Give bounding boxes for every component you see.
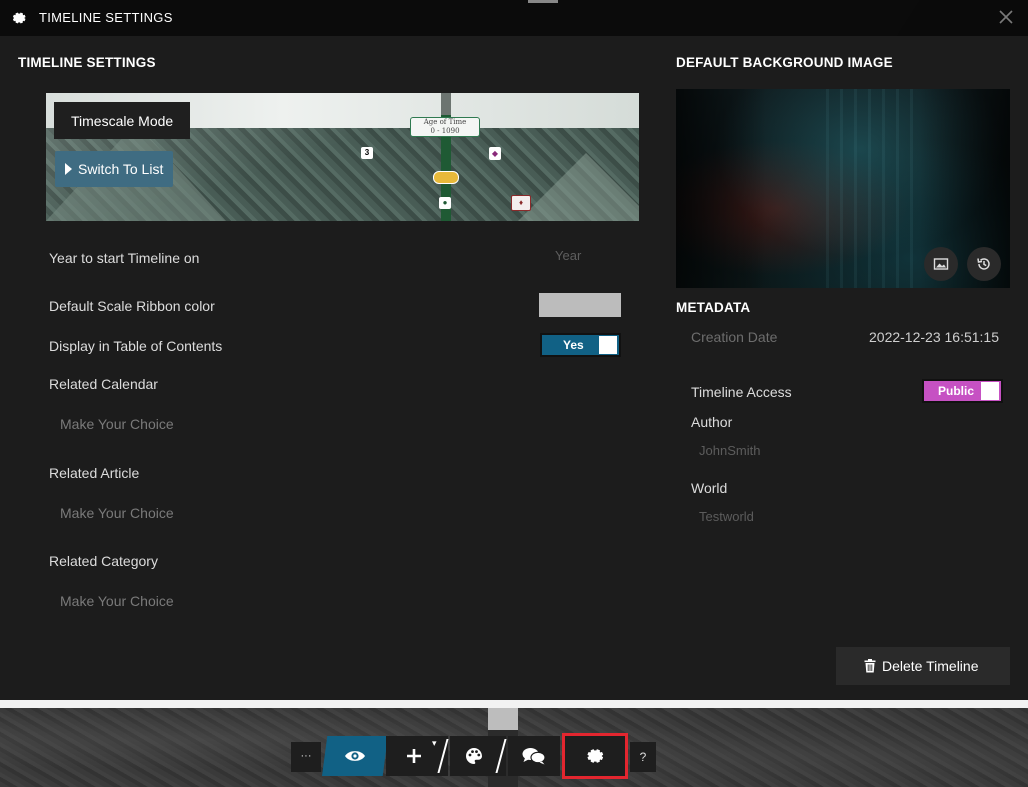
- background-image-heading: DEFAULT BACKGROUND IMAGE: [676, 55, 893, 70]
- plus-icon: [407, 749, 421, 763]
- eye-icon: [345, 751, 365, 761]
- delete-timeline-button[interactable]: Delete Timeline: [836, 647, 1010, 685]
- creation-date-label: Creation Date: [691, 329, 778, 345]
- background-image: [676, 89, 1010, 288]
- bg-wall-left: [676, 89, 766, 288]
- top-notch: [528, 0, 558, 3]
- creation-date-value: 2022-12-23 16:51:15: [869, 329, 999, 345]
- gear-icon: [11, 10, 27, 26]
- display-toc-toggle-label: Yes: [563, 338, 584, 352]
- display-toc-toggle[interactable]: Yes: [540, 333, 621, 357]
- related-calendar-label: Related Calendar: [49, 376, 158, 392]
- modal-bottom-border: [0, 700, 1028, 708]
- change-image-button[interactable]: [924, 247, 958, 281]
- timeline-settings-modal: TIMELINE SETTINGS TIMELINE SETTINGS Time…: [0, 0, 1028, 700]
- comments-button[interactable]: [508, 736, 560, 776]
- switch-to-list-button: Switch To List: [55, 151, 174, 187]
- preview-age-label: Age of Time 0 - 1090: [410, 117, 480, 137]
- toolbar-divider: [495, 739, 507, 773]
- timeline-preview: Timescale Mode Switch To List Age of Tim…: [46, 93, 639, 221]
- preview-marker-gold-icon: [433, 171, 459, 184]
- gear-icon: [587, 749, 604, 763]
- metadata-heading: METADATA: [676, 300, 751, 315]
- palette-icon: [466, 748, 482, 764]
- play-icon: [65, 163, 72, 175]
- timeline-access-toggle[interactable]: Public: [922, 379, 1003, 403]
- preview-marker-shield-icon: ◆: [489, 147, 501, 160]
- year-start-label: Year to start Timeline on: [49, 250, 200, 266]
- toggle-knob: [981, 382, 999, 400]
- switch-to-list-label: Switch To List: [78, 161, 164, 177]
- world-value: Testworld: [699, 509, 754, 524]
- toggle-knob: [599, 336, 617, 354]
- bg-light-rays: [826, 89, 916, 288]
- timeline-access-toggle-label: Public: [938, 384, 975, 398]
- related-article-label: Related Article: [49, 465, 140, 481]
- toolbar-divider: [437, 739, 449, 773]
- view-button[interactable]: [322, 736, 388, 776]
- help-button[interactable]: ?: [630, 742, 656, 772]
- related-article-select[interactable]: Make Your Choice: [60, 505, 174, 521]
- history-icon: [977, 258, 990, 270]
- ribbon-color-picker[interactable]: [539, 293, 621, 317]
- timeline-access-label: Timeline Access: [691, 384, 792, 400]
- trash-icon: [864, 659, 876, 673]
- restore-image-button[interactable]: [967, 247, 1001, 281]
- age-label-title: Age of Time: [423, 118, 467, 126]
- more-options-button[interactable]: ···: [291, 742, 321, 772]
- chat-icon: [522, 748, 546, 765]
- author-label: Author: [691, 414, 733, 430]
- ribbon-color-label: Default Scale Ribbon color: [49, 298, 215, 314]
- display-toc-label: Display in Table of Contents: [49, 338, 223, 354]
- preview-marker-green-icon: ●: [439, 197, 451, 209]
- preview-pyramid-right: [516, 153, 639, 221]
- preview-marker-number: 3: [361, 147, 373, 159]
- modal-title: TIMELINE SETTINGS: [39, 10, 173, 25]
- close-icon[interactable]: [997, 8, 1015, 26]
- related-category-select[interactable]: Make Your Choice: [60, 593, 174, 609]
- related-calendar-select[interactable]: Make Your Choice: [60, 416, 174, 432]
- add-button[interactable]: ▾: [386, 736, 449, 776]
- image-icon: [933, 258, 949, 270]
- modal-titlebar: TIMELINE SETTINGS: [0, 0, 1028, 36]
- year-start-input[interactable]: Year: [540, 248, 620, 263]
- delete-timeline-label: Delete Timeline: [882, 658, 979, 674]
- timeline-settings-button[interactable]: [562, 733, 628, 779]
- style-button[interactable]: [450, 736, 507, 776]
- age-label-sub: 0 - 1090: [430, 127, 460, 135]
- related-category-label: Related Category: [49, 553, 158, 569]
- chevron-down-icon: ▾: [432, 738, 437, 748]
- world-label: World: [691, 480, 728, 496]
- timeline-settings-heading: TIMELINE SETTINGS: [18, 55, 156, 70]
- author-value: JohnSmith: [699, 443, 761, 458]
- preview-marker-red-icon: ♦: [511, 195, 531, 211]
- preview-scale-ribbon-top: [441, 93, 451, 115]
- timescale-mode-label: Timescale Mode: [54, 102, 191, 139]
